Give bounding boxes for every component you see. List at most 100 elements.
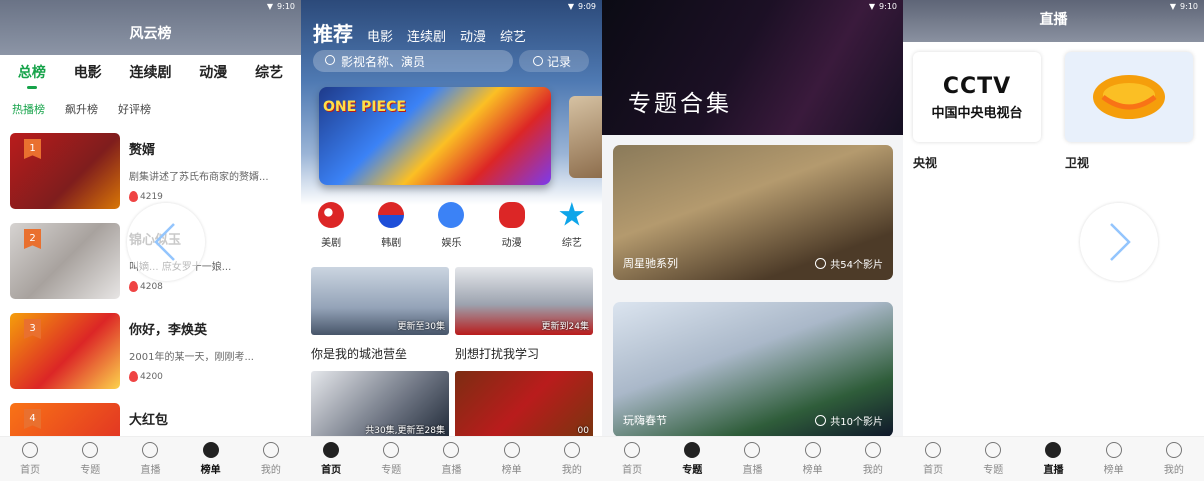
bottom-nav: 首页 专题 直播 榜单 我的 bbox=[903, 436, 1204, 481]
topic-name: 玩嗨春节 bbox=[623, 414, 667, 427]
page-title: 直播 bbox=[1039, 12, 1068, 28]
video-grid: 更新至30集 你是我的城池营垒 更新到24集 别想打扰我学习 共30集,更新至2… bbox=[311, 267, 594, 439]
status-time: 9:10 bbox=[879, 1, 897, 11]
category-variety[interactable]: 综艺 bbox=[547, 202, 597, 249]
search-input[interactable]: 影视名称、演员 bbox=[313, 50, 513, 72]
nav-mine[interactable]: 我的 bbox=[246, 442, 296, 476]
nav-mine[interactable]: 我的 bbox=[547, 442, 597, 476]
nav-topic[interactable]: 专题 bbox=[667, 442, 717, 476]
nav-live[interactable]: 直播 bbox=[727, 442, 777, 476]
topic-card[interactable]: 周星驰系列 共54个影片 bbox=[613, 145, 893, 280]
wifi-icon: ▼ bbox=[868, 1, 876, 11]
poster-image: 3 bbox=[10, 313, 120, 389]
status-time: 9:10 bbox=[1180, 1, 1198, 11]
channel-grid: CCTV 中国中央电视台 央视 卫视 bbox=[913, 52, 1193, 171]
play-icon bbox=[985, 442, 1002, 458]
nav-live[interactable]: 直播 bbox=[1028, 442, 1078, 476]
home-screen: ▼ 9:09 推荐 电影 连续剧 动漫 综艺 影视名称、演员 记录 ONE PI… bbox=[301, 0, 602, 481]
category-anime[interactable]: 动漫 bbox=[487, 202, 537, 249]
category-us-drama[interactable]: 美剧 bbox=[306, 202, 356, 249]
play-icon bbox=[684, 442, 701, 458]
nav-rank[interactable]: 榜单 bbox=[1089, 442, 1139, 476]
tab-series[interactable]: 连续剧 bbox=[129, 62, 171, 82]
profile-icon bbox=[563, 442, 580, 458]
ranking-screen: ▼ 9:10 风云榜 总榜 电影 连续剧 动漫 综艺 热播榜 飙升榜 好评榜 1… bbox=[0, 0, 301, 481]
heat-value: 4208 bbox=[140, 281, 163, 292]
chevron-left-icon bbox=[154, 223, 175, 261]
nav-home[interactable]: 首页 bbox=[908, 442, 958, 476]
next-button[interactable] bbox=[1080, 203, 1158, 281]
clock-icon bbox=[533, 56, 543, 66]
list-item[interactable]: 3 你好，李焕英 2001年的某一天，刚刚考... 4200 bbox=[10, 313, 295, 403]
channel-tile-satellite[interactable]: 卫视 bbox=[1065, 52, 1193, 171]
item-desc: 剧集讲述了苏氏布商家的赘婿... bbox=[129, 172, 269, 183]
flame-icon bbox=[129, 191, 138, 202]
tab-anime[interactable]: 动漫 bbox=[460, 26, 486, 45]
home-icon bbox=[624, 442, 641, 458]
live-icon bbox=[744, 442, 761, 458]
nav-live[interactable]: 直播 bbox=[125, 442, 175, 476]
tab-movie[interactable]: 电影 bbox=[74, 62, 102, 82]
tab-variety[interactable]: 综艺 bbox=[255, 62, 283, 82]
cctv-logo: CCTV 中国中央电视台 bbox=[913, 52, 1041, 142]
search-placeholder: 影视名称、演员 bbox=[341, 54, 426, 69]
wifi-icon: ▼ bbox=[1169, 1, 1177, 11]
history-button[interactable]: 记录 bbox=[519, 50, 589, 72]
topic-count: 共54个影片 bbox=[815, 256, 883, 271]
item-desc: 2001年的某一天，刚刚考... bbox=[129, 352, 254, 363]
banner-carousel[interactable]: ONE PIECE bbox=[319, 87, 551, 185]
category-entertainment[interactable]: 娱乐 bbox=[426, 202, 476, 249]
cctv-logo-text: CCTV bbox=[942, 73, 1012, 99]
video-card[interactable]: 更新到24集 别想打扰我学习 bbox=[455, 267, 593, 363]
nav-rank[interactable]: 榜单 bbox=[186, 442, 236, 476]
nav-home[interactable]: 首页 bbox=[5, 442, 55, 476]
nav-live[interactable]: 直播 bbox=[426, 442, 476, 476]
subtab-hot[interactable]: 热播榜 bbox=[12, 101, 45, 117]
status-bar: ▼ 9:10 bbox=[869, 0, 897, 12]
nav-topic[interactable]: 专题 bbox=[65, 442, 115, 476]
nav-rank[interactable]: 榜单 bbox=[788, 442, 838, 476]
tab-variety[interactable]: 综艺 bbox=[500, 26, 526, 45]
live-icon bbox=[443, 442, 460, 458]
tab-overall[interactable]: 总榜 bbox=[18, 62, 46, 82]
satellite-logo-icon bbox=[1093, 75, 1165, 119]
nav-home[interactable]: 首页 bbox=[306, 442, 356, 476]
nav-home[interactable]: 首页 bbox=[607, 442, 657, 476]
channel-tile-cctv[interactable]: CCTV 中国中央电视台 央视 bbox=[913, 52, 1041, 171]
video-card[interactable]: 共30集,更新至28集 bbox=[311, 371, 449, 439]
subtab-rising[interactable]: 飙升榜 bbox=[65, 101, 98, 117]
tab-anime[interactable]: 动漫 bbox=[199, 62, 227, 82]
status-time: 9:09 bbox=[578, 1, 596, 11]
tab-series[interactable]: 连续剧 bbox=[407, 26, 446, 45]
nav-mine[interactable]: 我的 bbox=[848, 442, 898, 476]
nav-topic[interactable]: 专题 bbox=[968, 442, 1018, 476]
flame-icon bbox=[129, 281, 138, 292]
item-title: 大红包 bbox=[129, 413, 169, 428]
video-thumbnail: 00 bbox=[455, 371, 593, 439]
banner-next-slide[interactable] bbox=[569, 96, 602, 178]
nav-rank[interactable]: 榜单 bbox=[487, 442, 537, 476]
live-icon bbox=[1045, 442, 1062, 458]
topics-screen: 专题合集 ▼ 9:10 周星驰系列 共54个影片 玩嗨春节 共10个影片 首页 … bbox=[602, 0, 903, 481]
category-korean-drama[interactable]: 韩剧 bbox=[366, 202, 416, 249]
home-icon bbox=[925, 442, 942, 458]
nav-topic[interactable]: 专题 bbox=[366, 442, 416, 476]
banner-logo: ONE PIECE bbox=[323, 99, 406, 115]
app-screens: ▼ 9:10 风云榜 总榜 电影 连续剧 动漫 综艺 热播榜 飙升榜 好评榜 1… bbox=[0, 0, 1204, 481]
topic-count: 共10个影片 bbox=[815, 413, 883, 428]
status-bar: ▼ 9:10 bbox=[1170, 0, 1198, 12]
topic-card[interactable]: 玩嗨春节 共10个影片 bbox=[613, 302, 893, 437]
nav-mine[interactable]: 我的 bbox=[1149, 442, 1199, 476]
video-thumbnail: 更新至30集 bbox=[311, 267, 449, 335]
tab-recommend[interactable]: 推荐 bbox=[313, 18, 353, 47]
tab-movie[interactable]: 电影 bbox=[367, 26, 393, 45]
subtab-rated[interactable]: 好评榜 bbox=[118, 101, 151, 117]
history-label: 记录 bbox=[547, 54, 572, 69]
play-icon bbox=[815, 415, 827, 426]
update-badge: 00 bbox=[577, 426, 589, 436]
chevron-right-icon bbox=[1110, 223, 1131, 261]
cctv-logo-subtitle: 中国中央电视台 bbox=[931, 105, 1023, 121]
video-card[interactable]: 更新至30集 你是我的城池营垒 bbox=[311, 267, 449, 363]
previous-button[interactable] bbox=[127, 203, 205, 281]
video-card[interactable]: 00 bbox=[455, 371, 593, 439]
